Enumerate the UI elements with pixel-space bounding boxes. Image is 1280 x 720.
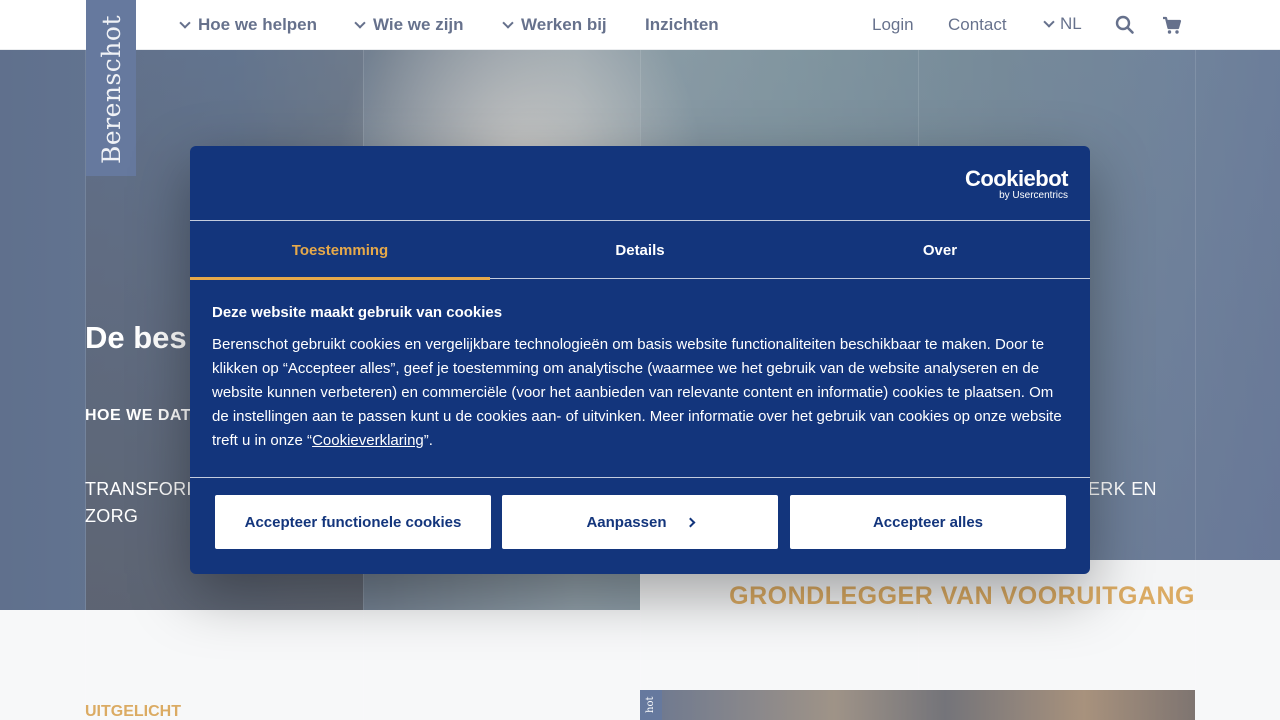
tab-over[interactable]: Over (790, 221, 1090, 279)
tab-toestemming[interactable]: Toestemming (190, 221, 490, 280)
cookieverklaring-link[interactable]: Cookieverklaring (312, 432, 424, 449)
button-label: Accepteer alles (872, 513, 984, 531)
cookiebot-by: by Usercentrics (999, 190, 1068, 201)
cookie-consent-dialog: Cookiebot by Usercentrics Toestemming De… (190, 146, 1090, 574)
button-label: Accepteer functionele cookies (244, 513, 462, 531)
accept-all-button[interactable]: Accepteer alles (790, 495, 1066, 549)
accept-functional-cookies-button[interactable]: Accepteer functionele cookies (215, 495, 491, 549)
cookie-dialog-text-end: ”. (423, 432, 433, 449)
cookie-dialog-text: Berenschot gebruikt cookies en vergelijk… (212, 333, 1072, 453)
cookie-dialog-tabs: Toestemming Details Over (190, 221, 1090, 280)
chevron-right-icon (685, 517, 695, 527)
cookie-dialog-heading: Deze website maakt gebruik van cookies (212, 304, 503, 321)
cookiebot-name: Cookiebot (964, 166, 1069, 191)
divider (190, 477, 1090, 478)
customize-button[interactable]: Aanpassen (502, 495, 778, 549)
cookiebot-logo: Cookiebot by Usercentrics (964, 166, 1069, 202)
tab-details[interactable]: Details (490, 221, 790, 279)
cookie-dialog-body: Deze website maakt gebruik van cookies B… (212, 304, 1072, 453)
button-label: Aanpassen (586, 513, 667, 531)
cookie-dialog-header: Cookiebot by Usercentrics (190, 146, 1090, 221)
